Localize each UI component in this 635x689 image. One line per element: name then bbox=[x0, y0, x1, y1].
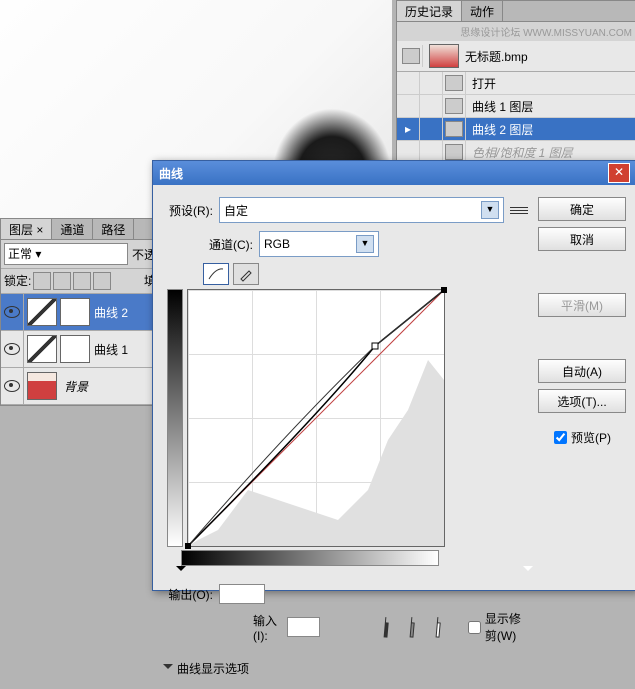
layer-thumbnail bbox=[27, 298, 57, 326]
curve-pencil-tool[interactable] bbox=[233, 263, 259, 285]
curve-icon bbox=[208, 268, 224, 280]
preset-label: 预设(R): bbox=[163, 202, 213, 219]
dialog-title: 曲线 bbox=[159, 165, 183, 182]
pencil-icon bbox=[239, 267, 253, 281]
visibility-toggle[interactable] bbox=[1, 294, 24, 330]
black-eyedropper[interactable] bbox=[372, 614, 397, 639]
options-button[interactable]: 选项(T)... bbox=[538, 389, 626, 413]
history-label: 曲线 1 图层 bbox=[466, 98, 533, 115]
tab-paths[interactable]: 路径 bbox=[93, 219, 134, 239]
lock-label: 锁定: bbox=[4, 272, 31, 290]
input-field[interactable] bbox=[287, 617, 320, 637]
output-label: 输出(O): bbox=[163, 586, 213, 603]
layer-background[interactable]: 背景 bbox=[1, 368, 171, 405]
layer-icon bbox=[445, 98, 463, 114]
history-tabs: 历史记录 动作 bbox=[397, 1, 635, 22]
eye-icon bbox=[4, 380, 20, 392]
curve-point-tool[interactable] bbox=[203, 263, 229, 285]
visibility-toggle[interactable] bbox=[1, 331, 24, 367]
curve-lines bbox=[188, 290, 444, 546]
layer-name: 曲线 1 bbox=[94, 341, 128, 358]
brush-icon bbox=[402, 48, 420, 64]
history-label: 打开 bbox=[466, 75, 496, 92]
history-document[interactable]: 无标题.bmp bbox=[397, 41, 635, 72]
preset-select[interactable]: 自定 ▼ bbox=[219, 197, 504, 223]
blend-mode-select[interactable]: 正常 ▾ bbox=[4, 243, 128, 265]
close-button[interactable]: ✕ bbox=[608, 163, 630, 183]
layer-thumbnail bbox=[27, 335, 57, 363]
input-label: 输入(I): bbox=[253, 612, 281, 643]
layer-icon bbox=[445, 121, 463, 137]
gray-eyedropper[interactable] bbox=[398, 614, 423, 639]
curves-dialog: 曲线 ✕ 预设(R): 自定 ▼ 通道(C): RGB ▼ bbox=[152, 160, 635, 591]
curve-display-options[interactable]: 曲线显示选项 bbox=[163, 660, 528, 677]
layer-curves1[interactable]: 曲线 1 bbox=[1, 331, 171, 368]
layer-mask bbox=[60, 335, 90, 363]
chevron-down-icon: ▼ bbox=[356, 235, 374, 253]
channel-select[interactable]: RGB ▼ bbox=[259, 231, 379, 257]
layer-icon bbox=[445, 144, 463, 160]
output-field[interactable] bbox=[219, 584, 265, 604]
history-item-curves2[interactable]: ▸ 曲线 2 图层 bbox=[397, 118, 635, 141]
white-point-slider[interactable] bbox=[523, 566, 533, 576]
history-label: 曲线 2 图层 bbox=[466, 121, 533, 138]
checkbox-input[interactable] bbox=[468, 621, 481, 634]
dialog-titlebar[interactable]: 曲线 ✕ bbox=[153, 161, 635, 185]
curve-editor[interactable] bbox=[187, 289, 445, 547]
history-item-curves1[interactable]: 曲线 1 图层 bbox=[397, 95, 635, 118]
lock-all-icon[interactable] bbox=[93, 272, 111, 290]
chevron-down-icon: ▼ bbox=[481, 201, 499, 219]
layer-name: 曲线 2 bbox=[94, 304, 128, 321]
show-clipping-checkbox[interactable]: 显示修剪(W) bbox=[468, 610, 528, 644]
doc-name: 无标题.bmp bbox=[465, 48, 528, 65]
lock-transparency-icon[interactable] bbox=[33, 272, 51, 290]
history-item-open[interactable]: 打开 bbox=[397, 72, 635, 95]
smooth-button: 平滑(M) bbox=[538, 293, 626, 317]
history-label: 色相/饱和度 1 图层 bbox=[466, 144, 573, 161]
white-eyedropper[interactable] bbox=[424, 614, 449, 639]
preview-checkbox[interactable]: 预览(P) bbox=[554, 429, 626, 446]
lock-pixels-icon[interactable] bbox=[53, 272, 71, 290]
ok-button[interactable]: 确定 bbox=[538, 197, 626, 221]
layer-mask bbox=[60, 298, 90, 326]
file-icon bbox=[445, 75, 463, 91]
lock-position-icon[interactable] bbox=[73, 272, 91, 290]
tab-layers[interactable]: 图层 × bbox=[1, 219, 52, 239]
visibility-toggle[interactable] bbox=[1, 368, 24, 404]
layers-tabs: 图层 × 通道 路径 bbox=[1, 219, 171, 240]
layer-name: 背景 bbox=[64, 378, 88, 395]
cancel-button[interactable]: 取消 bbox=[538, 227, 626, 251]
preset-menu-button[interactable] bbox=[510, 203, 528, 217]
tab-actions[interactable]: 动作 bbox=[462, 1, 503, 21]
layer-thumbnail bbox=[27, 372, 57, 400]
channel-label: 通道(C): bbox=[203, 236, 253, 253]
auto-button[interactable]: 自动(A) bbox=[538, 359, 626, 383]
layer-curves2[interactable]: 曲线 2 bbox=[1, 294, 171, 331]
eye-icon bbox=[4, 343, 20, 355]
watermark-text: 思缘设计论坛 WWW.MISSYUAN.COM bbox=[397, 22, 635, 41]
checkbox-input[interactable] bbox=[554, 431, 567, 444]
eye-icon bbox=[4, 306, 20, 318]
chevron-down-icon bbox=[163, 664, 173, 674]
layers-panel: 图层 × 通道 路径 正常 ▾ 不透明 锁定: 填充 曲线 2 曲线 1 背景 bbox=[0, 218, 172, 406]
output-gradient bbox=[167, 289, 183, 547]
black-point-slider[interactable] bbox=[176, 566, 186, 576]
doc-thumbnail bbox=[429, 44, 459, 68]
tab-history[interactable]: 历史记录 bbox=[397, 1, 462, 21]
input-gradient bbox=[181, 550, 439, 566]
tab-channels[interactable]: 通道 bbox=[52, 219, 93, 239]
history-panel: 历史记录 动作 思缘设计论坛 WWW.MISSYUAN.COM 无标题.bmp … bbox=[396, 0, 635, 165]
